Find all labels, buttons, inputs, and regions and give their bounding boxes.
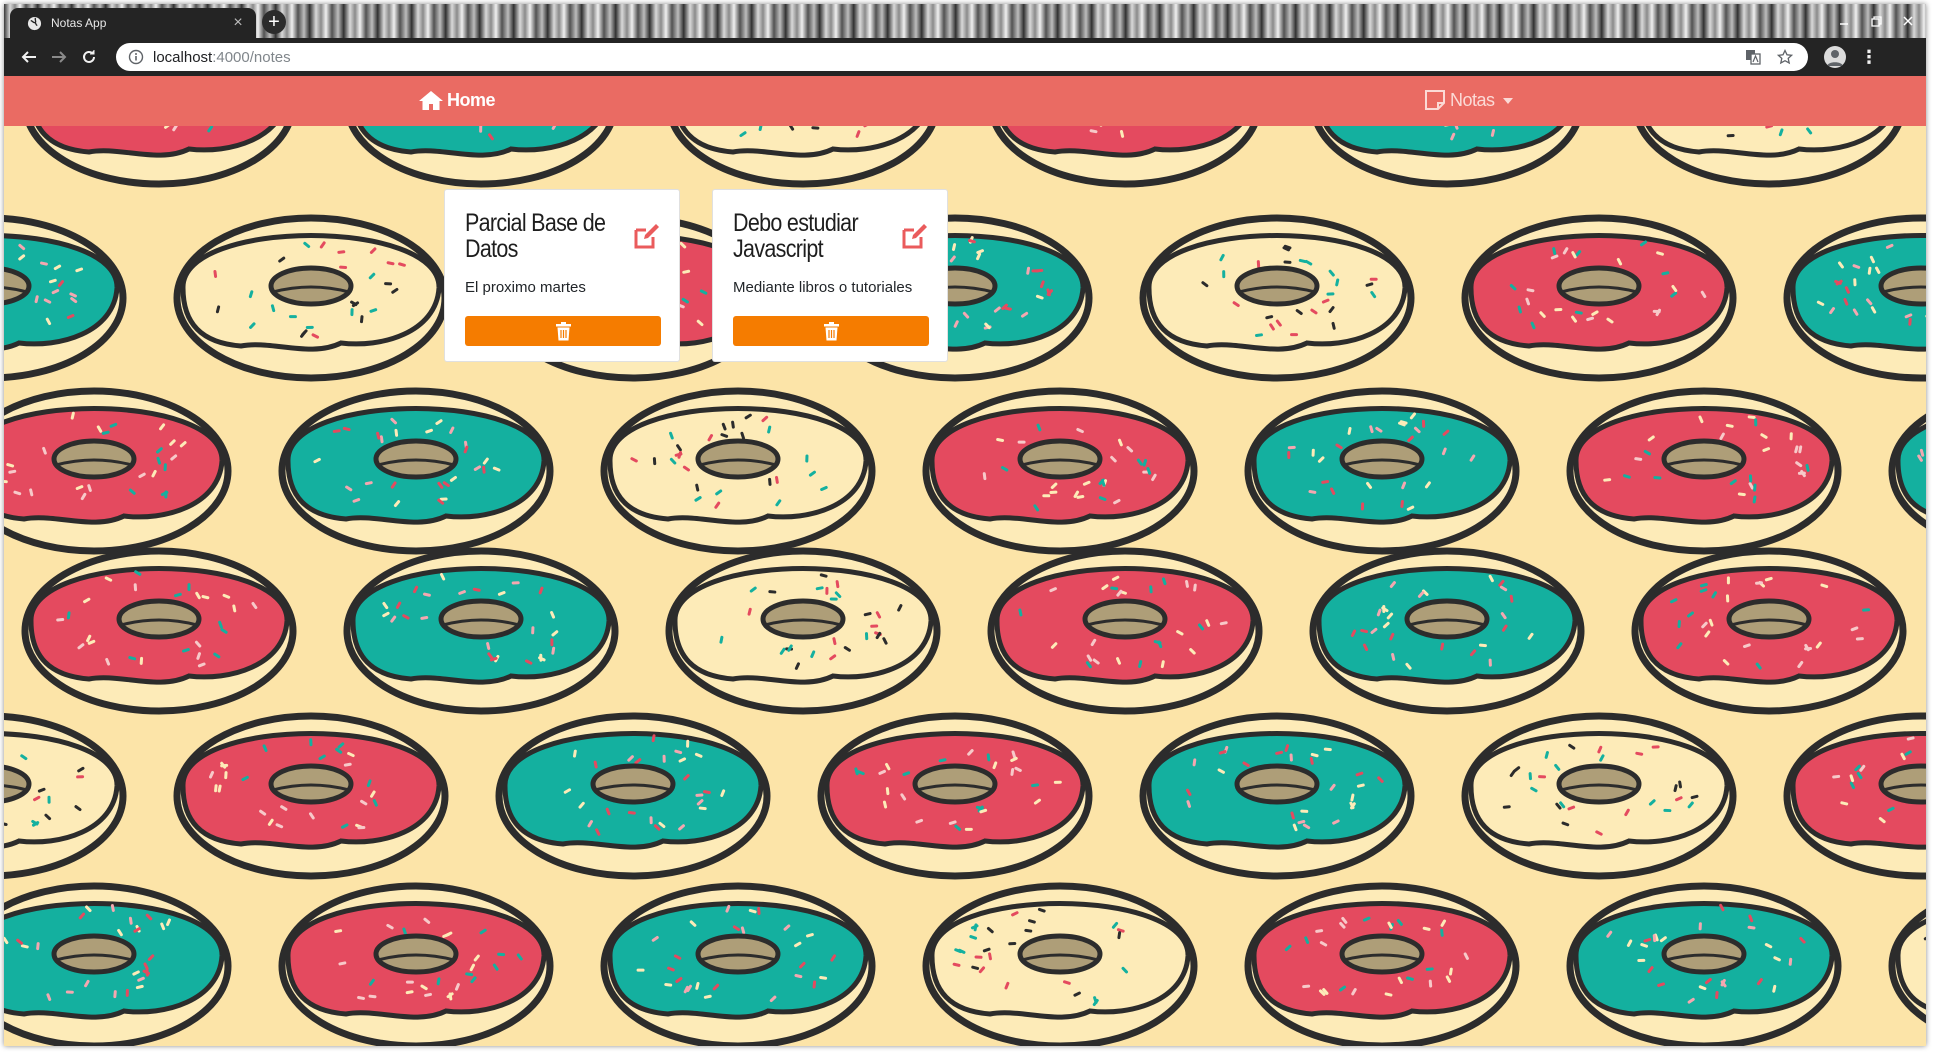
note-title: Parcial Base de Datos (465, 209, 606, 263)
home-icon (419, 91, 443, 110)
minimize-icon[interactable] (1828, 8, 1860, 34)
omnibox-actions (1744, 48, 1808, 66)
sticky-note-icon (1425, 90, 1445, 110)
arrow-left-icon (21, 51, 36, 63)
page-viewport: Home Notas Parcial Base de Datos El prox… (4, 76, 1926, 1046)
translate-icon[interactable] (1744, 48, 1762, 66)
trash-icon (555, 321, 571, 340)
navbar: Home Notas (4, 76, 1926, 126)
forward-button[interactable] (44, 42, 74, 72)
globe-icon (27, 16, 42, 30)
trash-icon (823, 321, 839, 340)
url-host: localhost (153, 48, 213, 66)
nav-home-link[interactable]: Home (418, 89, 496, 111)
browser-menu-button[interactable]: ⋮ (1860, 47, 1878, 68)
browser-tab[interactable]: Notas App × (10, 8, 256, 38)
nav-notas-label: Notas (1450, 89, 1495, 110)
tab-title: Notas App (51, 16, 107, 30)
note-description: El proximo martes (465, 279, 586, 296)
note-card: Debo estudiar Javascript Mediante libros… (712, 189, 948, 362)
back-button[interactable] (14, 42, 44, 72)
window-controls (1828, 8, 1924, 34)
edit-icon[interactable] (901, 222, 929, 250)
new-tab-button[interactable]: + (262, 10, 286, 34)
note-description: Mediante libros o tutoriales (733, 279, 913, 296)
browser-window: Notas App × + localhost:4000/notes ⋮ Ho… (4, 4, 1926, 1046)
bookmark-star-icon[interactable] (1776, 48, 1794, 66)
browser-toolbar: localhost:4000/notes ⋮ (4, 38, 1926, 76)
info-icon[interactable] (128, 49, 144, 65)
arrow-right-icon (52, 51, 67, 63)
donut-pattern-background (4, 76, 1926, 1046)
reload-icon (83, 50, 95, 63)
caret-down-icon (1502, 98, 1513, 104)
note-title: Debo estudiar Javascript (733, 209, 859, 263)
restore-icon[interactable] (1860, 8, 1892, 34)
edit-icon[interactable] (633, 222, 661, 250)
reload-button[interactable] (74, 42, 104, 72)
address-bar[interactable]: localhost:4000/notes (116, 43, 1808, 71)
delete-note-button[interactable] (733, 316, 929, 346)
tab-strip: Notas App × + (4, 4, 1926, 38)
url-path: :4000/notes (212, 48, 291, 66)
delete-note-button[interactable] (465, 316, 661, 346)
nav-home-label: Home (447, 89, 496, 110)
user-icon (1827, 50, 1843, 66)
note-card: Parcial Base de Datos El proximo martes (444, 189, 680, 362)
close-icon[interactable]: × (228, 14, 248, 32)
profile-avatar[interactable] (1824, 46, 1846, 68)
close-window-icon[interactable] (1892, 8, 1924, 34)
nav-notas-dropdown[interactable]: Notas (1424, 89, 1513, 111)
